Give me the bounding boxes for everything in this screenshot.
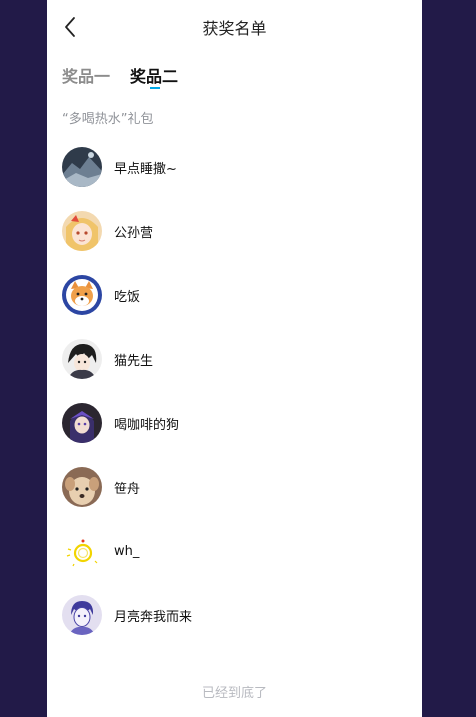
avatar xyxy=(62,595,102,635)
avatar xyxy=(62,275,102,315)
winner-row: wh_ xyxy=(47,519,422,583)
avatar xyxy=(62,211,102,251)
winner-list: 早点睡撒~ 公孙营 吃饭 猫先生 喝咖啡的狗 笹舟 wh_ 月亮奔我而来 xyxy=(47,135,422,647)
winner-row: 月亮奔我而来 xyxy=(47,583,422,647)
end-of-list-text: 已经到底了 xyxy=(201,686,267,701)
winner-row: 公孙营 xyxy=(47,199,422,263)
winner-row: 吃饭 xyxy=(47,263,422,327)
prize-name: “多喝热水”礼包 xyxy=(62,112,154,127)
award-list-page: 获奖名单 奖品一 奖品二 “多喝热水”礼包 早点睡撒~ 公孙营 吃饭 猫先生 喝… xyxy=(47,0,422,717)
winner-row: 早点睡撒~ xyxy=(47,135,422,199)
winner-row: 喝咖啡的狗 xyxy=(47,391,422,455)
active-tab-indicator xyxy=(150,87,160,89)
winner-name: 吃饭 xyxy=(114,289,141,305)
winner-name: 喝咖啡的狗 xyxy=(114,417,180,433)
avatar xyxy=(62,467,102,507)
avatar xyxy=(62,403,102,443)
winner-name: wh_ xyxy=(114,543,140,559)
winner-row: 笹舟 xyxy=(47,455,422,519)
winner-name: 早点睡撒~ xyxy=(114,161,177,177)
avatar xyxy=(62,147,102,187)
tab-prize-1[interactable]: 奖品一 xyxy=(62,63,110,87)
prize-tabs: 奖品一 奖品二 xyxy=(47,54,422,94)
winner-row: 猫先生 xyxy=(47,327,422,391)
avatar xyxy=(62,339,102,379)
avatar xyxy=(62,531,102,571)
page-title: 获奖名单 xyxy=(202,19,267,38)
winner-name: 月亮奔我而来 xyxy=(114,609,193,625)
tab-prize-2[interactable]: 奖品二 xyxy=(130,63,178,87)
winner-name: 猫先生 xyxy=(114,353,154,369)
header: 获奖名单 xyxy=(47,0,422,54)
winner-name: 公孙营 xyxy=(114,225,154,241)
winner-name: 笹舟 xyxy=(114,481,141,497)
